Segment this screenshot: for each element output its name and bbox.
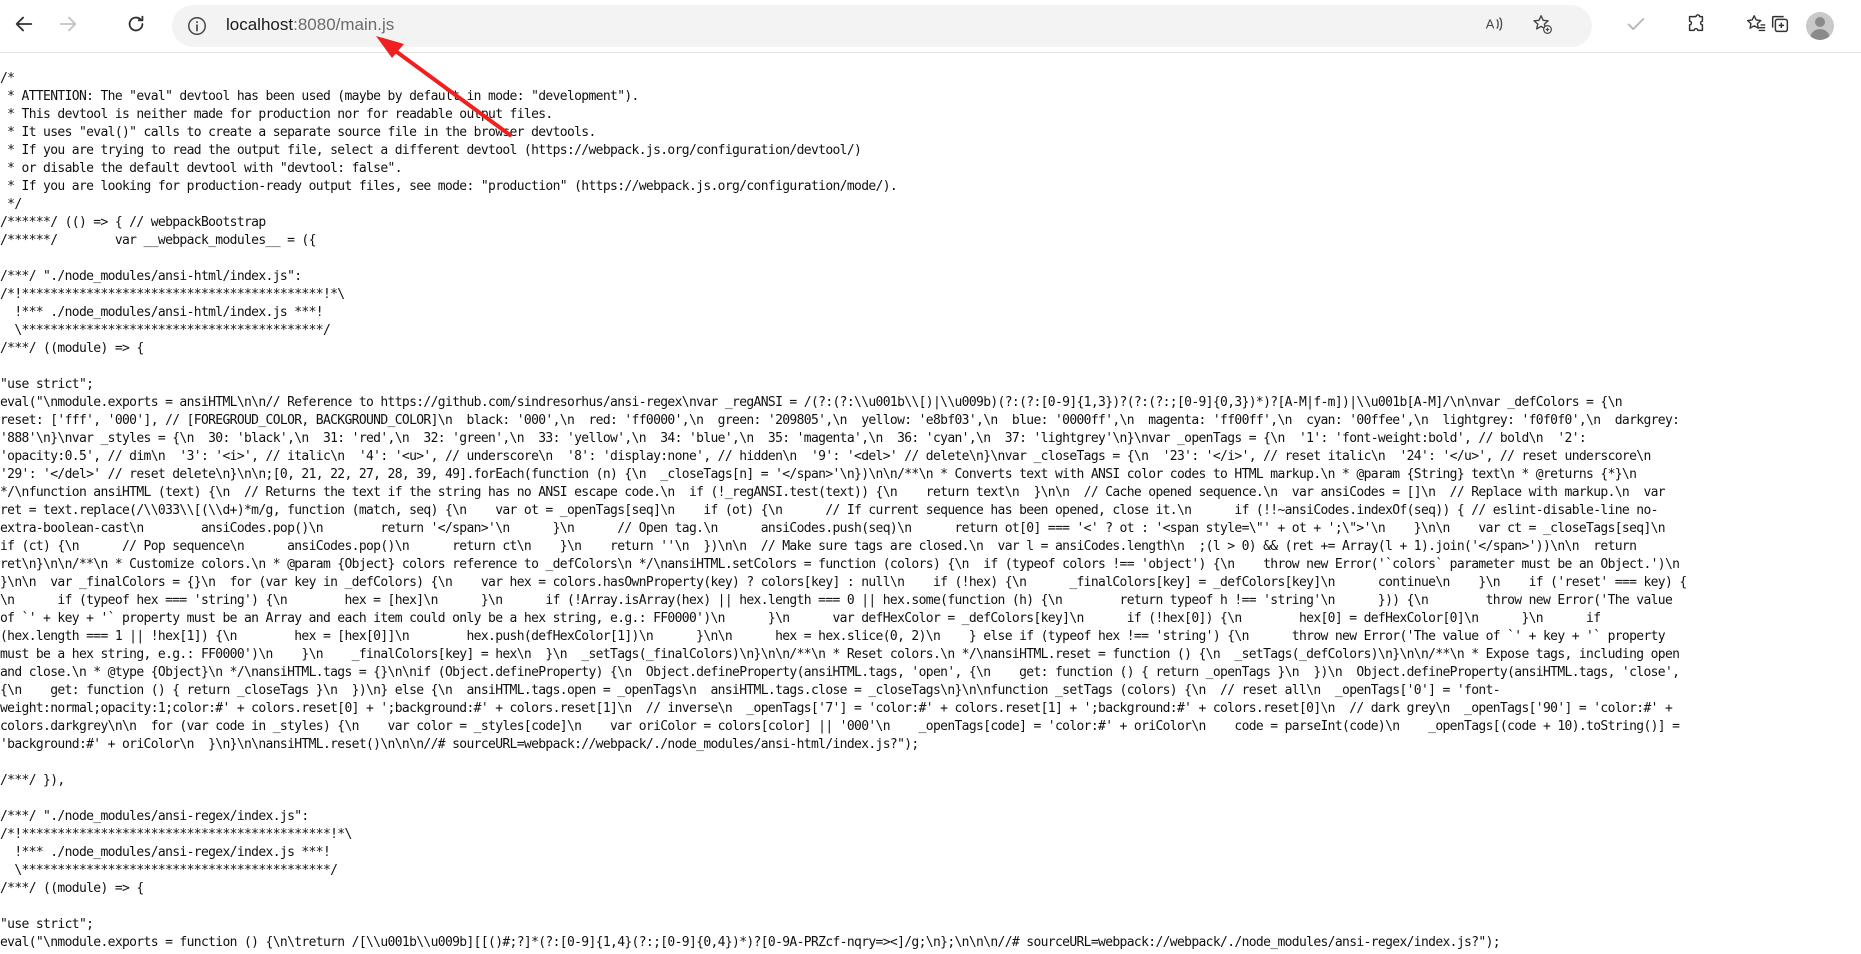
source-line: * It uses "eval()" calls to create a sep… [0, 125, 596, 140]
add-favorite-button[interactable] [1524, 11, 1560, 41]
profile-button[interactable] [1806, 12, 1834, 40]
source-line: \n if (typeof hex === 'string') {\n hex … [0, 593, 1673, 608]
address-bar[interactable]: localhost:8080/main.js A [172, 5, 1592, 47]
source-line: ret\n}\n\n/**\n * Customize colors.\n * … [0, 557, 1680, 572]
source-line: /******/ (() => { // webpackBootstrap [0, 215, 266, 230]
source-line: of `' + key + '` property must be an Arr… [0, 611, 1601, 626]
source-line: !*** ./node_modules/ansi-html/index.js *… [0, 305, 323, 320]
source-line: /***/ "./node_modules/ansi-regex/index.j… [0, 809, 309, 824]
check-button[interactable] [1616, 6, 1656, 46]
source-line: {\n get: function () { return _closeTags… [0, 683, 1501, 698]
source-line: '29': '</del>' // reset delete\n}\n\n;[0… [0, 467, 1637, 482]
source-line: /***/ ((module) => { [0, 881, 144, 896]
info-icon[interactable] [186, 15, 208, 37]
source-line: /*!*************************************… [0, 827, 352, 842]
source-line: !*** ./node_modules/ansi-regex/index.js … [0, 845, 331, 860]
source-line: \***************************************… [0, 863, 338, 878]
source-line: /*!*************************************… [0, 287, 345, 302]
source-line: * or disable the default devtool with "d… [0, 161, 402, 176]
puzzle-icon [1685, 13, 1707, 40]
forward-button[interactable] [48, 6, 88, 46]
read-aloud-icon: A [1483, 13, 1505, 40]
source-line: * ATTENTION: The "eval" devtool has been… [0, 89, 639, 104]
source-line: eval("\nmodule.exports = function () {\n… [0, 935, 1501, 950]
back-button[interactable] [4, 6, 44, 46]
source-line: \***************************************… [0, 323, 331, 338]
source-line: /* [0, 71, 15, 86]
source-line: '888'\n}\nvar _styles = {\n 30: 'black',… [0, 431, 1587, 446]
reload-icon [125, 13, 147, 40]
source-line: */\nfunction ansiHTML (text) {\n // Retu… [0, 485, 1666, 500]
source-line: and close.\n * @type {Object}\n */\nansi… [0, 665, 1680, 680]
extensions-button[interactable] [1676, 6, 1716, 46]
source-line: 'opacity:0.5', // dim\n '3': '<i>', // i… [0, 449, 1651, 464]
page-source-text: /* * ATTENTION: The "eval" devtool has b… [0, 70, 1861, 954]
source-line: colors.darkgrey\n\n for (var code in _st… [0, 719, 1680, 734]
source-line: * This devtool is neither made for produ… [0, 107, 553, 122]
source-line: must be a hex string, e.g.: FF0000')\n }… [0, 647, 1680, 662]
source-line: * If you are looking for production-read… [0, 179, 898, 194]
arrow-left-icon [13, 13, 35, 40]
source-line: weight:normal;opacity:1;color:#' + color… [0, 701, 1673, 716]
arrow-right-icon [57, 13, 79, 40]
source-line: reset: ['fff', '000'], // [FOREGROUD_COL… [0, 413, 1680, 428]
source-line: }\n\n var _finalColors = {}\n for (var k… [0, 575, 1687, 590]
source-line: */ [0, 197, 22, 212]
svg-text:A: A [1486, 16, 1495, 31]
url-path: :8080/main.js [293, 15, 395, 34]
source-line: /***/ }), [0, 773, 65, 788]
source-line: "use strict"; [0, 917, 94, 932]
add-favorite-icon [1531, 13, 1553, 40]
source-line: "use strict"; [0, 377, 94, 392]
source-line: /***/ "./node_modules/ansi-html/index.js… [0, 269, 302, 284]
browser-toolbar: localhost:8080/main.js A [0, 0, 1861, 53]
source-line [0, 790, 1861, 808]
source-line: /******/ var __webpack_modules__ = ({ [0, 233, 316, 248]
check-icon [1625, 13, 1647, 40]
reload-button[interactable] [116, 6, 156, 46]
url-text[interactable]: localhost:8080/main.js [226, 15, 394, 35]
source-line [0, 358, 1861, 376]
source-line: if (ct) {\n // Pop sequence\n ansiCodes.… [0, 539, 1637, 554]
source-line [0, 250, 1861, 268]
source-line [0, 898, 1861, 916]
source-line: (hex.length === 1 || !hex[1]) {\n hex = … [0, 629, 1666, 644]
source-line: 'background:#' + oriColor\n }\n}\n\nansi… [0, 737, 919, 752]
source-line: ret = text.replace(/\\033\\[(\\d+)*m/g, … [0, 503, 1658, 518]
read-aloud-button[interactable]: A [1476, 11, 1512, 41]
url-host: localhost [226, 15, 294, 34]
source-line: * If you are trying to read the output f… [0, 143, 862, 158]
collections-icon [1769, 13, 1791, 40]
source-line: eval("\nmodule.exports = ansiHTML\n\n// … [0, 395, 1623, 410]
source-line: /***/ ((module) => { [0, 341, 144, 356]
source-line [0, 754, 1861, 772]
source-line: extra-boolean-cast\n ansiCodes.pop()\n r… [0, 521, 1666, 536]
collections-button[interactable] [1760, 6, 1800, 46]
